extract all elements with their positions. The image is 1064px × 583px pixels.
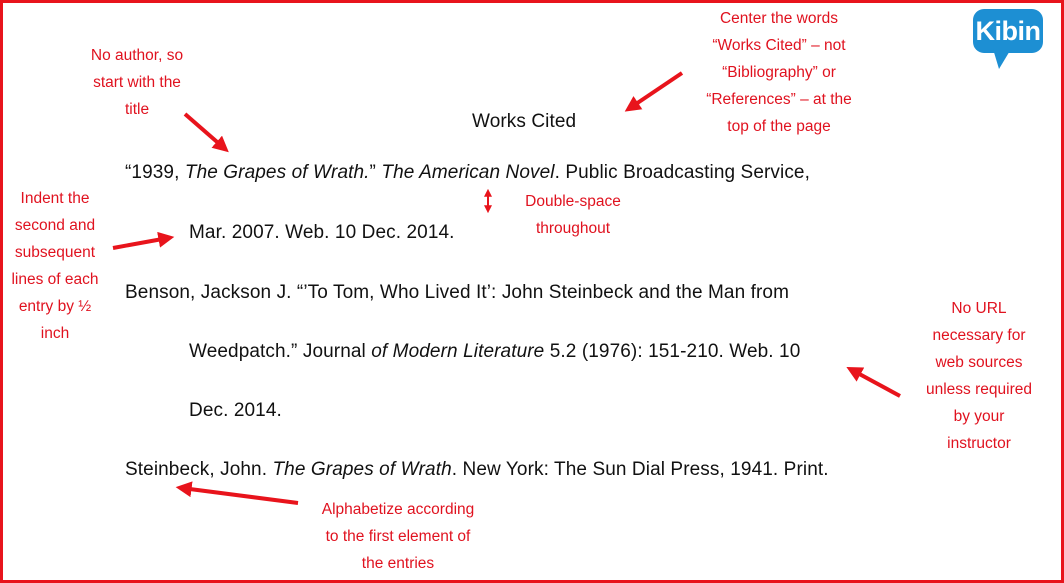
entry-2-line-2: Weedpatch.” Journal of Modern Literature… <box>189 341 800 363</box>
annotation-line: inch <box>40 325 70 342</box>
kibin-logo-text: Kibin <box>973 9 1043 53</box>
italic-title: The American Novel <box>381 162 555 183</box>
annotation-line: “References” – at the <box>706 91 852 108</box>
annotation-line: Alphabetize according <box>321 501 475 518</box>
annotation-line: start with the <box>93 74 181 91</box>
text-segment: ” <box>369 162 382 183</box>
italic-title: of Modern Literature <box>371 341 545 362</box>
text-segment: Mar. 2007. Web. 10 Dec. 2014. <box>189 222 455 243</box>
annotation-line: entry by ½ <box>18 298 92 315</box>
annotation-line: title <box>124 101 150 118</box>
text-segment: . New York: The Sun Dial Press, 1941. Pr… <box>451 459 829 480</box>
kibin-logo: Kibin <box>973 9 1043 69</box>
annotation-no-author: No author, so start with the title <box>69 42 205 123</box>
annotation-line: unless required <box>926 381 1032 398</box>
annotation-line: web sources <box>935 354 1023 371</box>
entry-1-line-1: “1939, The Grapes of Wrath.” The America… <box>125 162 810 184</box>
annotation-line: throughout <box>535 220 611 237</box>
annotation-line: lines of each <box>11 271 99 288</box>
annotation-indent: Indent the second and subsequent lines o… <box>3 185 107 347</box>
annotation-line: Indent the <box>20 190 90 207</box>
text-segment: Benson, Jackson J. “’To Tom, Who Lived I… <box>125 282 790 303</box>
text-segment: . Public Broadcasting Service, <box>554 162 810 183</box>
annotation-line: to the first element of <box>325 528 471 545</box>
annotation-center-heading: Center the words “Works Cited” – not “Bi… <box>689 5 869 140</box>
italic-title: The Grapes of Wrath. <box>184 162 370 183</box>
italic-title: The Grapes of Wrath <box>272 459 452 480</box>
annotation-no-url: No URL necessary for web sources unless … <box>911 295 1047 457</box>
annotation-line: “Bibliography” or <box>722 64 836 81</box>
annotation-line: top of the page <box>727 118 831 135</box>
annotation-line: No URL <box>951 300 1007 317</box>
text-segment: Steinbeck, John. <box>125 459 273 480</box>
text-segment: “1939, <box>125 162 185 183</box>
annotation-alphabetize: Alphabetize according to the first eleme… <box>303 496 493 577</box>
annotation-double-space: Double-space throughout <box>513 188 633 242</box>
annotation-line: by your <box>953 408 1005 425</box>
entry-1-line-2: Mar. 2007. Web. 10 Dec. 2014. <box>189 222 455 244</box>
annotation-line: necessary for <box>932 327 1026 344</box>
text-segment: Weedpatch.” Journal <box>189 341 372 362</box>
works-cited-heading: Works Cited <box>472 111 577 132</box>
text-segment: 5.2 (1976): 151-210. Web. 10 <box>544 341 801 362</box>
annotation-line: second and <box>14 217 96 234</box>
text-segment: Dec. 2014. <box>189 400 282 421</box>
annotation-line: subsequent <box>14 244 96 261</box>
page-frame: Kibin Works Cited “1939, The Grapes of W… <box>0 0 1064 583</box>
annotation-line: “Works Cited” – not <box>712 37 846 54</box>
entry-3-line-1: Steinbeck, John. The Grapes of Wrath. Ne… <box>125 459 829 481</box>
annotation-line: No author, so <box>90 47 184 64</box>
annotation-line: instructor <box>947 435 1011 452</box>
annotation-line: Double-space <box>525 193 621 210</box>
speech-bubble-tail-icon <box>993 49 1011 69</box>
entry-2-line-3: Dec. 2014. <box>189 400 282 422</box>
annotation-line: Center the words <box>719 10 839 27</box>
annotation-line: the entries <box>361 555 435 572</box>
entry-2-line-1: Benson, Jackson J. “’To Tom, Who Lived I… <box>125 282 789 304</box>
